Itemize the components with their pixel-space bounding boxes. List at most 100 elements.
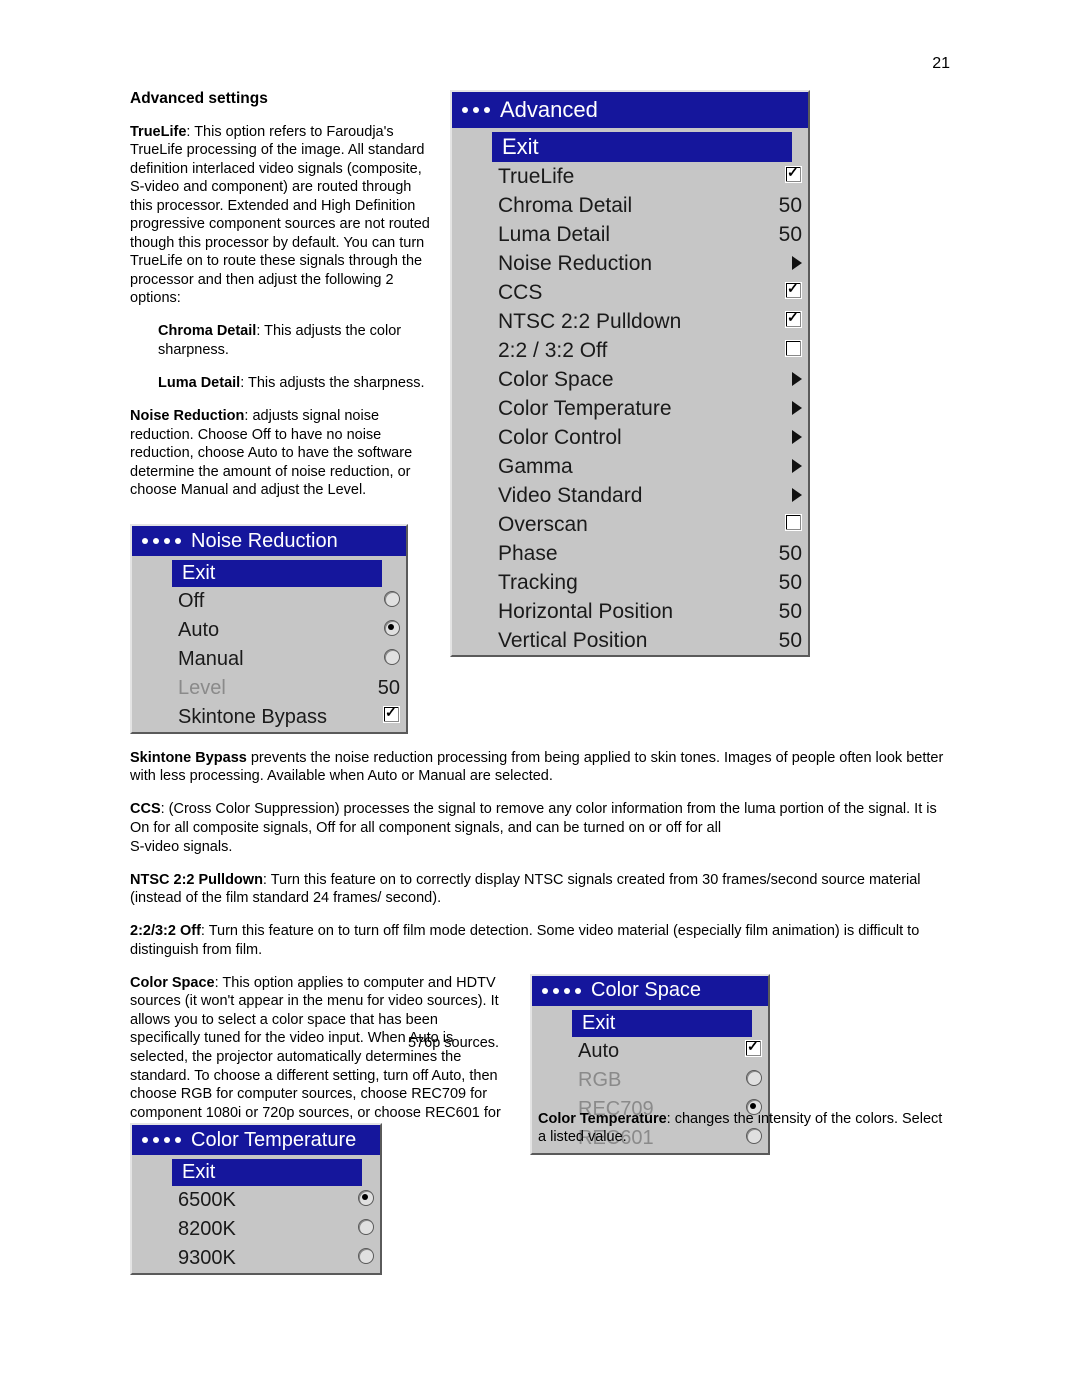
menu-item[interactable]: Video Standard (452, 481, 808, 510)
menu-item-icon (460, 541, 484, 561)
checkbox-icon[interactable] (785, 282, 802, 299)
menu-item[interactable]: TrueLife (452, 162, 808, 191)
menu-item-icon (460, 425, 484, 445)
menu-item-icon (460, 570, 484, 590)
submenu-arrow-icon[interactable] (792, 459, 802, 473)
menu-item-icon (460, 454, 484, 474)
menu-item-label: TrueLife (498, 165, 574, 188)
menu-item[interactable]: Noise Reduction (452, 249, 808, 278)
section-heading: Advanced settings (130, 90, 430, 108)
exit-button[interactable]: Exit (492, 132, 792, 162)
menu-item[interactable]: Vertical Position50 (452, 626, 808, 655)
submenu-arrow-icon[interactable] (792, 430, 802, 444)
radio-icon[interactable] (358, 1190, 374, 1206)
menu-item[interactable]: Level 50 (132, 674, 406, 703)
menu-item-label: Luma Detail (498, 223, 610, 246)
radio-icon[interactable] (384, 591, 400, 607)
menu-item[interactable]: Color Temperature (452, 394, 808, 423)
menu-item-icon (460, 251, 484, 271)
menu-value: 50 (378, 677, 400, 699)
menu-item[interactable]: Tracking50 (452, 568, 808, 597)
radio-icon[interactable] (746, 1128, 762, 1144)
menu-item-icon (140, 589, 164, 609)
exit-button[interactable]: Exit (572, 1010, 752, 1037)
chroma-detail-paragraph: Chroma Detail: This adjusts the color sh… (158, 322, 430, 359)
menu-item[interactable]: NTSC 2:2 Pulldown (452, 307, 808, 336)
menu-item-icon (460, 367, 484, 387)
page-number: 21 (932, 55, 950, 73)
menu-item-label: 2:2 / 3:2 Off (498, 339, 607, 362)
checkbox-icon[interactable] (745, 1040, 762, 1057)
menu-item[interactable]: 8200K (132, 1215, 380, 1244)
submenu-arrow-icon[interactable] (792, 372, 802, 386)
menu-item[interactable]: Auto (132, 616, 406, 645)
menu-item-label: Phase (498, 542, 558, 565)
menu-item[interactable]: Off (132, 587, 406, 616)
menu-item[interactable]: Color Control (452, 423, 808, 452)
radio-icon[interactable] (358, 1219, 374, 1235)
checkbox-icon[interactable] (785, 311, 802, 328)
menu-item[interactable]: Overscan (452, 510, 808, 539)
exit-button[interactable]: Exit (172, 560, 382, 587)
color-space-tail: 576p sources. (408, 1035, 508, 1051)
menu-item[interactable]: Color Space (452, 365, 808, 394)
menu-item[interactable]: Chroma Detail 50 (452, 191, 808, 220)
menu-item-label: Manual (178, 648, 244, 670)
menu-item-icon (140, 705, 164, 725)
menu-item[interactable]: CCS (452, 278, 808, 307)
radio-icon[interactable] (384, 649, 400, 665)
menu-title: Color Temperature (132, 1125, 380, 1155)
menu-item-label: Tracking (498, 571, 578, 594)
menu-item-icon (140, 647, 164, 667)
exit-button[interactable]: Exit (172, 1159, 362, 1186)
radio-icon[interactable] (746, 1099, 762, 1115)
menu-item[interactable]: 9300K (132, 1244, 380, 1273)
menu-item-icon (460, 309, 484, 329)
menu-item-label: Horizontal Position (498, 600, 673, 623)
menu-item-label: Level (178, 677, 226, 699)
submenu-arrow-icon[interactable] (792, 488, 802, 502)
checkbox-icon[interactable] (785, 166, 802, 183)
menu-item[interactable]: Manual (132, 645, 406, 674)
noise-reduction-menu: Noise Reduction Exit Off Auto Manual Level 5… (130, 524, 408, 734)
menu-item-icon (460, 164, 484, 184)
menu-item-label: 9300K (178, 1247, 236, 1269)
menu-item[interactable]: 6500K (132, 1186, 380, 1215)
menu-value: 50 (779, 600, 802, 623)
menu-item[interactable]: 2:2 / 3:2 Off (452, 336, 808, 365)
checkbox-icon[interactable] (785, 514, 802, 531)
menu-item-icon (140, 618, 164, 638)
menu-item-label: Chroma Detail (498, 194, 632, 217)
menu-item-label: Auto (178, 619, 219, 641)
menu-item[interactable]: Luma Detail50 (452, 220, 808, 249)
radio-icon[interactable] (384, 620, 400, 636)
menu-title: Advanced (452, 92, 808, 128)
menu-title: Noise Reduction (132, 526, 406, 556)
menu-value: 50 (779, 194, 802, 217)
menu-item-label: Video Standard (498, 484, 642, 507)
submenu-arrow-icon[interactable] (792, 256, 802, 270)
menu-item-label: Overscan (498, 513, 588, 536)
advanced-menu: Advanced Exit TrueLife Chroma Detail 50 Lum… (450, 90, 810, 657)
menu-item-label: 8200K (178, 1218, 236, 1240)
menu-item-label: Off (178, 590, 204, 612)
menu-title: Color Space (532, 976, 768, 1006)
menu-item-icon (460, 280, 484, 300)
ccs-paragraph: CCS: (Cross Color Suppression) processes… (130, 800, 950, 856)
menu-item-icon (460, 338, 484, 358)
menu-item[interactable]: Gamma (452, 452, 808, 481)
menu-item[interactable]: Phase50 (452, 539, 808, 568)
menu-item-icon (460, 628, 484, 648)
submenu-arrow-icon[interactable] (792, 401, 802, 415)
menu-value: 50 (779, 629, 802, 652)
radio-icon[interactable] (358, 1248, 374, 1264)
menu-item-label: Skintone Bypass (178, 706, 327, 728)
checkbox-icon[interactable] (785, 340, 802, 357)
radio-icon[interactable] (746, 1070, 762, 1086)
menu-item-label: CCS (498, 281, 542, 304)
menu-item[interactable]: Horizontal Position 50 (452, 597, 808, 626)
menu-item[interactable]: Skintone Bypass (132, 703, 406, 732)
checkbox-icon[interactable] (383, 706, 400, 723)
menu-item-icon (140, 1246, 164, 1266)
menu-item-label: Color Temperature (498, 397, 672, 420)
